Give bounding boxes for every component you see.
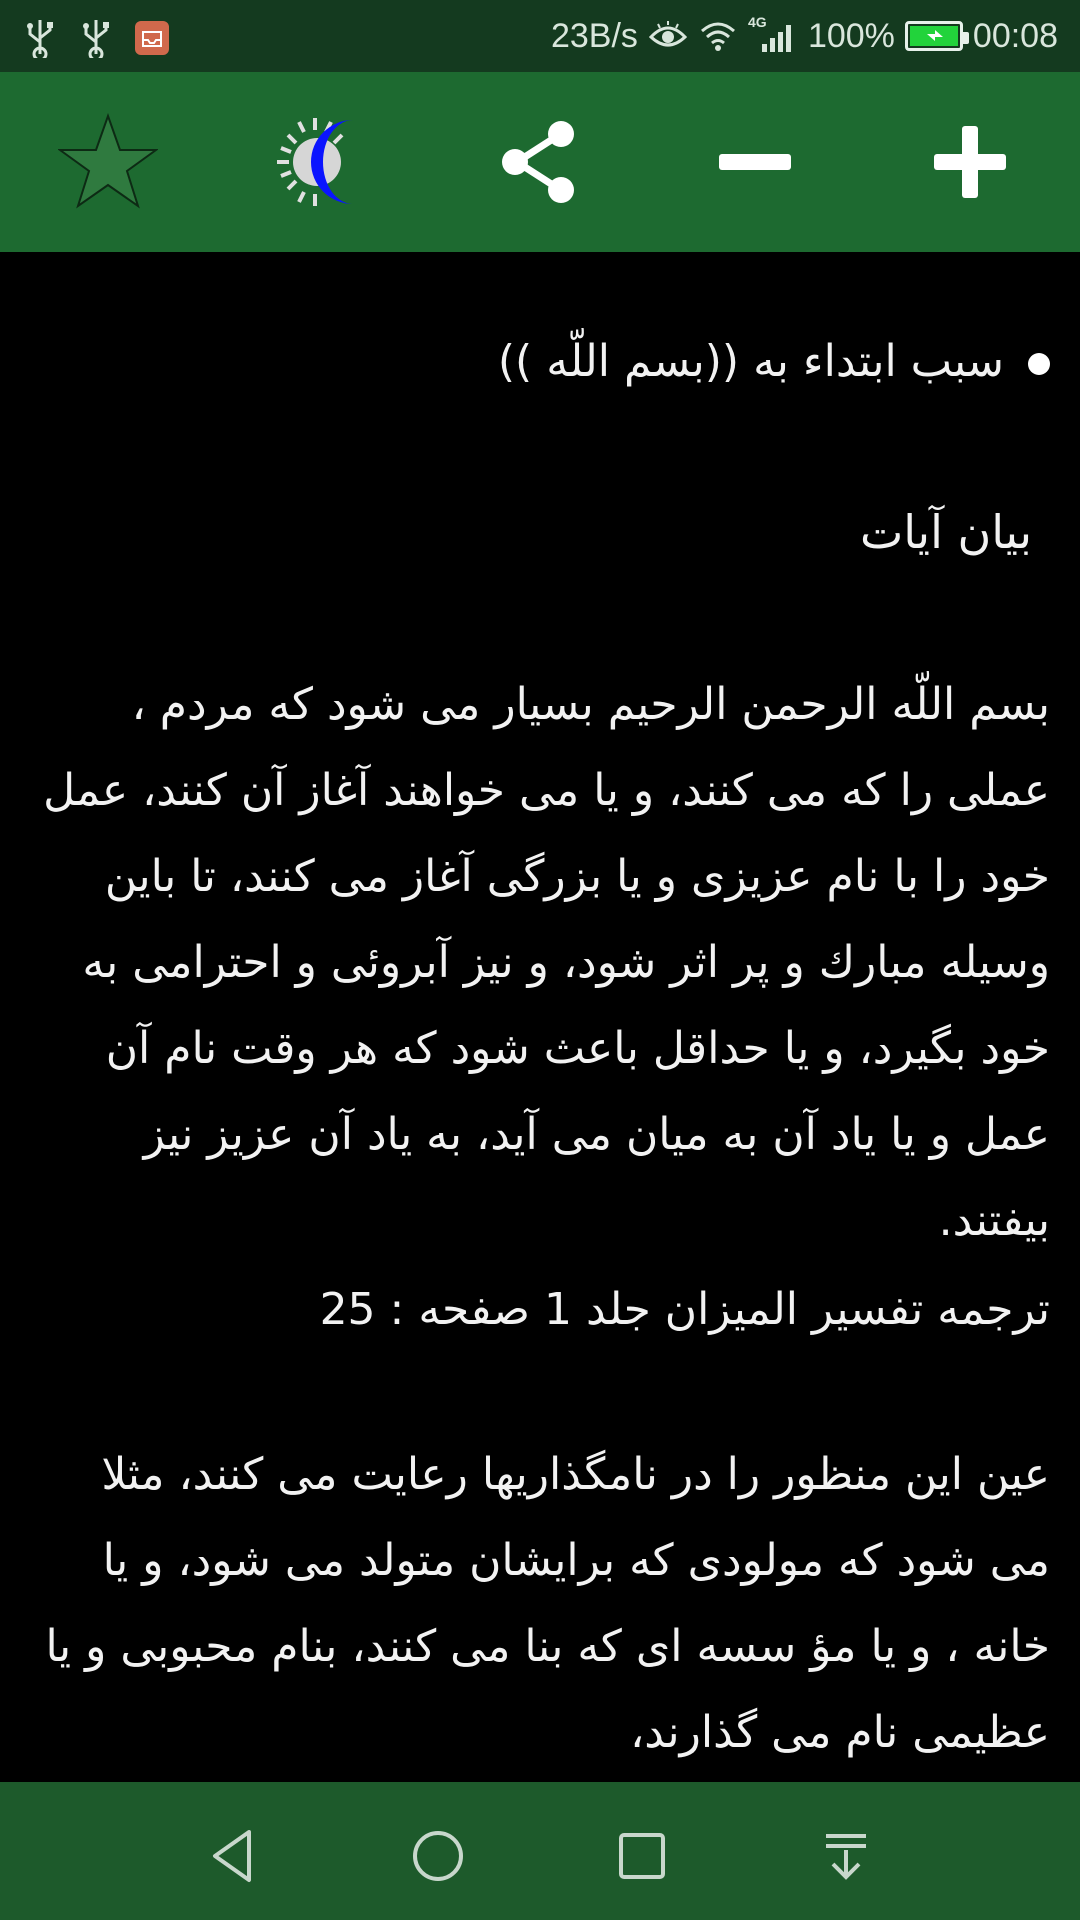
night-mode-icon xyxy=(277,118,353,206)
bullet-title-text: سبب ابتداء به ((بسم اللّه )) xyxy=(497,336,1004,387)
net-speed: 23B/s xyxy=(550,16,638,55)
decrease-font-button[interactable] xyxy=(705,112,805,212)
night-mode-button[interactable] xyxy=(275,112,375,212)
system-nav-bar xyxy=(0,1782,1080,1920)
article-content: سبب ابتداء به ((بسم اللّه )) بيان آيات ب… xyxy=(0,252,1080,1782)
battery-percent: 100% xyxy=(807,16,895,55)
increase-font-button[interactable] xyxy=(920,112,1020,212)
paragraph-1: بسم اللّه الرحمن الرحيم بسيار مى شود كه … xyxy=(43,679,1050,1246)
wifi-icon xyxy=(700,22,735,51)
notification-app-icon xyxy=(135,21,169,55)
status-left-icons xyxy=(22,18,170,58)
star-icon xyxy=(58,112,158,209)
share-icon xyxy=(502,121,574,203)
eye-comfort-icon xyxy=(648,21,688,47)
bullet-title: سبب ابتداء به ((بسم اللّه )) xyxy=(498,332,1050,392)
favorite-button[interactable] xyxy=(58,112,158,212)
usb-icon xyxy=(27,20,53,58)
notification-pull-button[interactable] xyxy=(806,1816,886,1896)
notification-pull-icon xyxy=(826,1834,866,1880)
signal-icon: 4G xyxy=(748,14,798,56)
toolbar xyxy=(0,72,1080,252)
clock: 00:08 xyxy=(972,16,1058,55)
recents-button[interactable] xyxy=(602,1816,682,1896)
share-button[interactable] xyxy=(490,112,590,212)
back-button[interactable] xyxy=(193,1816,273,1896)
plus-icon xyxy=(934,126,1006,198)
home-icon xyxy=(413,1831,463,1881)
status-bar: 23B/s 4G 100% 00:08 xyxy=(0,0,1080,72)
battery-icon xyxy=(904,21,969,51)
recents-icon xyxy=(619,1833,665,1879)
section-heading: بيان آيات xyxy=(859,505,1032,559)
status-right: 23B/s 4G 100% 00:08 xyxy=(551,0,1058,72)
home-button[interactable] xyxy=(398,1816,478,1896)
back-icon xyxy=(213,1830,251,1882)
source-reference: ترجمه تفسير الميزان جلد 1 صفحه : 25 xyxy=(319,1284,1050,1335)
bullet-icon xyxy=(1028,353,1050,375)
paragraph-2: عين اين منظور را در نامگذاريها رعايت مى … xyxy=(45,1449,1050,1758)
usb-icon xyxy=(83,20,109,58)
minus-icon xyxy=(719,154,791,170)
